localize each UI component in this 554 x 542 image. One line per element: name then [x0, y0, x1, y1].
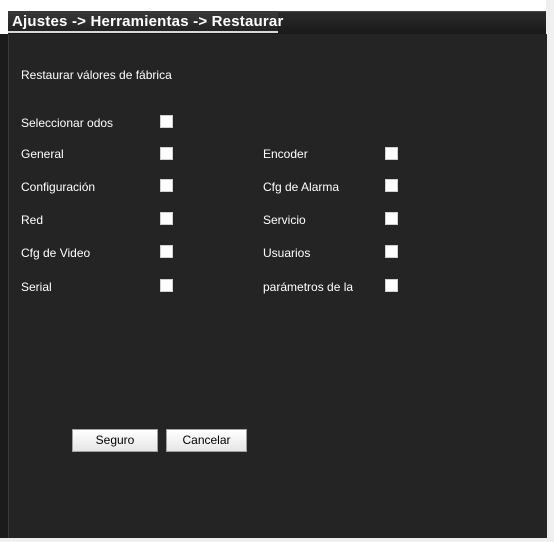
section-heading: Restaurar válores de fábrica — [21, 68, 172, 82]
option-label-red: Red — [21, 213, 44, 227]
select-all-label: Seleccionar odos — [21, 116, 114, 130]
option-label-parametros: parámetros de la — [263, 280, 354, 294]
option-label-serial: Serial — [21, 280, 52, 294]
page-title: Ajustes -> Herramientas -> Restaurar — [12, 13, 284, 30]
checkbox-red[interactable] — [160, 212, 173, 225]
option-label-configuracion: Configuración — [21, 180, 96, 194]
ok-button[interactable]: Seguro — [72, 429, 158, 452]
select-all-checkbox[interactable] — [160, 115, 173, 128]
checkbox-serial[interactable] — [160, 279, 173, 292]
checkbox-cfg-video[interactable] — [160, 245, 173, 258]
checkbox-encoder[interactable] — [385, 147, 398, 160]
cancel-button[interactable]: Cancelar — [166, 429, 247, 452]
checkbox-general[interactable] — [160, 147, 173, 160]
option-label-cfg-video: Cfg de Video — [21, 246, 91, 260]
option-label-usuarios: Usuarios — [263, 246, 311, 260]
checkbox-usuarios[interactable] — [385, 245, 398, 258]
checkbox-parametros[interactable] — [385, 279, 398, 292]
option-label-servicio: Servicio — [263, 213, 306, 227]
content-panel: Restaurar válores de fábrica Seleccionar… — [8, 34, 547, 538]
checkbox-servicio[interactable] — [385, 212, 398, 225]
checkbox-configuracion[interactable] — [160, 179, 173, 192]
option-label-encoder: Encoder — [263, 147, 308, 161]
option-label-cfg-alarma: Cfg de Alarma — [263, 180, 340, 194]
restore-dialog: Ajustes -> Herramientas -> Restaurar Res… — [0, 0, 550, 540]
checkbox-cfg-alarma[interactable] — [385, 179, 398, 192]
option-label-general: General — [21, 147, 64, 161]
